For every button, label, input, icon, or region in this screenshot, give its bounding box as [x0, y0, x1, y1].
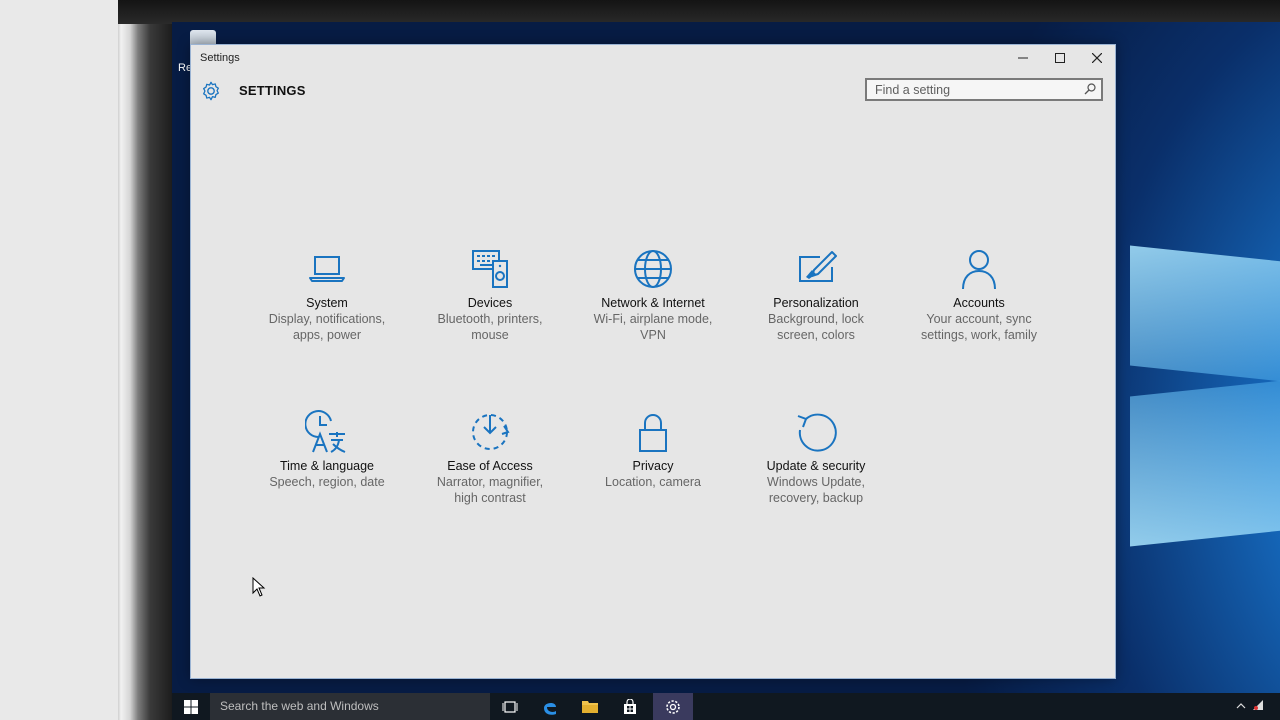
monitor-top-bezel: [118, 0, 1280, 24]
gear-icon: [203, 81, 219, 101]
tile-description: settings, work, family: [920, 328, 1037, 342]
tile-description: Your account, sync: [926, 312, 1032, 326]
maximize-button[interactable]: [1041, 45, 1078, 71]
lock-icon: [639, 414, 667, 452]
network-icon[interactable]: [1252, 699, 1264, 711]
tile-description: high contrast: [454, 491, 526, 505]
tile-title: Time & language: [279, 459, 375, 473]
settings-taskbar-button[interactable]: [653, 693, 693, 720]
tile-network-internet[interactable]: Network & Internet Wi-Fi, airplane mode,…: [578, 247, 728, 343]
monitor-bezel: [118, 0, 174, 720]
edge-icon: [544, 702, 556, 715]
tile-description: Bluetooth, printers,: [437, 312, 543, 326]
tile-description: screen, colors: [777, 328, 855, 342]
minimize-icon: [1017, 57, 1028, 59]
wallpaper-pane: [1130, 375, 1280, 547]
maximize-icon: [1054, 53, 1065, 63]
task-view-button[interactable]: [490, 693, 530, 720]
minimize-button[interactable]: [1004, 45, 1041, 71]
laptop-icon: [309, 256, 345, 282]
tile-personalization[interactable]: Personalization Background, lock screen,…: [741, 247, 891, 343]
tile-description: Narrator, magnifier,: [436, 475, 544, 489]
close-icon: [1091, 53, 1102, 63]
task-view-icon: [502, 700, 518, 713]
tile-title: Accounts: [953, 296, 1005, 310]
system-tray[interactable]: [1236, 699, 1280, 713]
store-button[interactable]: [610, 693, 650, 720]
tile-devices[interactable]: Devices Bluetooth, printers, mouse: [415, 247, 565, 343]
title-bar[interactable]: Settings: [191, 45, 1115, 71]
personalization-icon: [799, 251, 837, 282]
taskbar: Search the web and Windows: [172, 693, 1280, 720]
edge-button[interactable]: [530, 693, 570, 720]
tile-description: Wi-Fi, airplane mode,: [593, 312, 713, 326]
file-explorer-button[interactable]: [570, 693, 610, 720]
tile-title: Update & security: [766, 459, 866, 473]
windows-start-icon: [184, 699, 198, 714]
window-title: Settings: [200, 52, 240, 64]
settings-icon: [666, 699, 680, 714]
tile-title: System: [306, 296, 348, 310]
tile-description: Background, lock: [768, 312, 864, 326]
tile-title: Personalization: [773, 296, 859, 310]
tile-ease-of-access[interactable]: Ease of Access Narrator, magnifier, high…: [415, 410, 565, 506]
tile-description: mouse: [471, 328, 509, 342]
ease-of-access-icon: [472, 414, 510, 450]
tile-description: apps, power: [292, 328, 362, 342]
page-title: SETTINGS: [239, 83, 306, 98]
tile-description: Speech, region, date: [269, 475, 385, 489]
start-button[interactable]: [172, 693, 210, 720]
tile-description: recovery, backup: [768, 491, 864, 505]
search-icon[interactable]: [1083, 82, 1097, 96]
chevron-up-icon[interactable]: [1236, 701, 1246, 711]
tile-title: Ease of Access: [447, 459, 533, 473]
search-input[interactable]: [867, 80, 1088, 99]
tile-title: Privacy: [632, 459, 674, 473]
globe-icon: [634, 250, 672, 288]
refresh-icon: [797, 413, 837, 452]
time-language-icon: [305, 410, 346, 453]
tile-privacy[interactable]: Privacy Location, camera: [578, 410, 728, 490]
person-icon: [962, 250, 996, 290]
taskbar-search[interactable]: Search the web and Windows: [210, 693, 490, 720]
close-button[interactable]: [1078, 45, 1115, 71]
tile-description: VPN: [640, 328, 666, 342]
tile-title: Network & Internet: [601, 296, 705, 310]
tile-description: Windows Update,: [767, 475, 865, 489]
tile-accounts[interactable]: Accounts Your account, sync settings, wo…: [904, 247, 1054, 343]
mouse-cursor-icon: [252, 577, 266, 597]
tile-update-security[interactable]: Update & security Windows Update, recove…: [741, 410, 891, 506]
settings-window: Settings SETTINGS System Display, notifi…: [190, 44, 1116, 679]
file-explorer-icon: [582, 701, 598, 713]
wallpaper-pane: [1130, 245, 1280, 387]
tile-description: Display, notifications,: [268, 312, 386, 326]
tile-title: Devices: [467, 296, 513, 310]
tile-system[interactable]: System Display, notifications, apps, pow…: [252, 247, 402, 343]
tile-time-language[interactable]: Time & language Speech, region, date: [252, 410, 402, 490]
store-icon: [624, 698, 636, 714]
tile-description: Location, camera: [605, 475, 701, 489]
search-box[interactable]: [865, 78, 1103, 101]
devices-icon: [472, 250, 508, 288]
left-backdrop: [0, 0, 118, 720]
